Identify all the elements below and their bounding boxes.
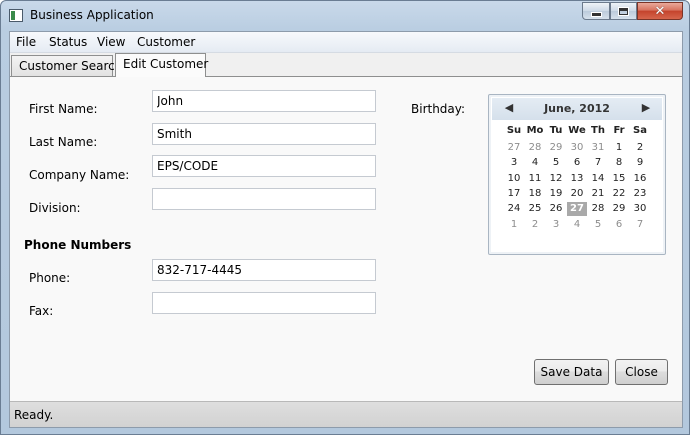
- calendar-day[interactable]: 13: [567, 172, 587, 186]
- tab-customer-search[interactable]: Customer Search: [11, 55, 122, 76]
- application-window: Business Application ✕ File Status View …: [0, 0, 690, 435]
- app-icon: [9, 9, 23, 22]
- calendar-day[interactable]: 30: [567, 141, 587, 155]
- calendar-day[interactable]: 12: [546, 172, 566, 186]
- calendar-day[interactable]: 9: [630, 156, 650, 170]
- calendar-day[interactable]: 3: [504, 156, 524, 170]
- calendar-day[interactable]: 28: [525, 141, 545, 155]
- calendar-day[interactable]: 7: [588, 156, 608, 170]
- calendar-next-button[interactable]: ▶: [639, 101, 653, 114]
- calendar-day[interactable]: 16: [630, 172, 650, 186]
- calendar-day[interactable]: 14: [588, 172, 608, 186]
- phone-numbers-heading: Phone Numbers: [24, 238, 132, 252]
- menu-customer[interactable]: Customer: [137, 35, 195, 49]
- calendar-day[interactable]: 17: [504, 187, 524, 201]
- calendar-day[interactable]: 5: [546, 156, 566, 170]
- phone-label: Phone:: [29, 271, 71, 285]
- calendar-day[interactable]: 3: [546, 218, 566, 232]
- calendar-weekday: Th: [591, 125, 605, 136]
- status-text: Ready.: [14, 408, 54, 422]
- first-name-field[interactable]: [152, 90, 376, 112]
- maximize-button[interactable]: [610, 2, 637, 20]
- calendar-day[interactable]: 18: [525, 187, 545, 201]
- calendar-day[interactable]: 4: [567, 218, 587, 232]
- save-data-button[interactable]: Save Data: [534, 359, 609, 385]
- calendar-day[interactable]: 20: [567, 187, 587, 201]
- calendar-day[interactable]: 28: [588, 202, 608, 216]
- calendar-weekday: Mo: [526, 125, 544, 136]
- calendar-weekday: Fr: [613, 125, 625, 136]
- first-name-label: First Name:: [29, 102, 98, 116]
- menu-bar: File Status View Customer: [10, 32, 682, 53]
- calendar-day[interactable]: 22: [609, 187, 629, 201]
- calendar-day[interactable]: 15: [609, 172, 629, 186]
- calendar-day[interactable]: 23: [630, 187, 650, 201]
- division-field[interactable]: [152, 188, 376, 210]
- calendar-weekday: Su: [506, 125, 522, 136]
- division-label: Division:: [29, 201, 81, 215]
- status-bar: Ready.: [10, 401, 682, 427]
- minimize-icon: [590, 11, 602, 17]
- calendar-day[interactable]: 19: [546, 187, 566, 201]
- calendar-day[interactable]: 7: [630, 218, 650, 232]
- calendar-day[interactable]: 27: [567, 202, 587, 216]
- menu-status[interactable]: Status: [49, 35, 87, 49]
- calendar-month-title[interactable]: June, 2012: [492, 102, 662, 115]
- calendar-day[interactable]: 25: [525, 202, 545, 216]
- calendar-day[interactable]: 2: [525, 218, 545, 232]
- calendar-day[interactable]: 27: [504, 141, 524, 155]
- calendar-weekday: Tu: [549, 125, 563, 136]
- calendar-day[interactable]: 26: [546, 202, 566, 216]
- last-name-field[interactable]: [152, 123, 376, 145]
- calendar-day[interactable]: 6: [567, 156, 587, 170]
- company-name-field[interactable]: [152, 155, 376, 177]
- calendar-day[interactable]: 24: [504, 202, 524, 216]
- calendar-day[interactable]: 1: [609, 141, 629, 155]
- calendar-day[interactable]: 6: [609, 218, 629, 232]
- tab-edit-customer[interactable]: Edit Customer: [115, 53, 208, 77]
- triangle-right-icon: ▶: [641, 101, 651, 114]
- window-title: Business Application: [30, 8, 154, 22]
- calendar-day[interactable]: 29: [546, 141, 566, 155]
- client-area: File Status View Customer Customer Searc…: [9, 31, 683, 428]
- menu-file[interactable]: File: [16, 35, 36, 49]
- calendar-header: ◀ June, 2012 ▶: [492, 98, 662, 120]
- fax-label: Fax:: [29, 304, 54, 318]
- calendar-day[interactable]: 4: [525, 156, 545, 170]
- calendar-day[interactable]: 29: [609, 202, 629, 216]
- fax-field[interactable]: [152, 292, 376, 314]
- minimize-button[interactable]: [582, 2, 610, 20]
- calendar-day[interactable]: 11: [525, 172, 545, 186]
- phone-field[interactable]: [152, 259, 376, 281]
- edit-customer-panel: First Name: Last Name: Company Name: Div…: [10, 76, 682, 401]
- birthday-label: Birthday:: [411, 102, 466, 116]
- close-window-button[interactable]: ✕: [637, 2, 683, 20]
- calendar-day[interactable]: 8: [609, 156, 629, 170]
- calendar-weekday: Sa: [633, 125, 647, 136]
- calendar-day[interactable]: 1: [504, 218, 524, 232]
- close-button[interactable]: Close: [615, 359, 668, 385]
- last-name-label: Last Name:: [29, 135, 98, 149]
- maximize-icon: [619, 7, 628, 15]
- company-name-label: Company Name:: [29, 168, 130, 182]
- calendar-weekday: We: [568, 125, 586, 136]
- calendar-day[interactable]: 5: [588, 218, 608, 232]
- menu-view[interactable]: View: [97, 35, 125, 49]
- title-bar[interactable]: Business Application ✕: [1, 1, 689, 31]
- birthday-calendar[interactable]: ◀ June, 2012 ▶ Su Mo Tu We Th Fr Sa 27 28 29 30 31 1…: [488, 94, 666, 255]
- close-icon: ✕: [654, 3, 666, 19]
- calendar-day[interactable]: 2: [630, 141, 650, 155]
- calendar-day[interactable]: 10: [504, 172, 524, 186]
- tab-strip: Customer Search Edit Customer: [10, 53, 682, 77]
- calendar-day[interactable]: 31: [588, 141, 608, 155]
- calendar-day[interactable]: 21: [588, 187, 608, 201]
- calendar-day[interactable]: 30: [630, 202, 650, 216]
